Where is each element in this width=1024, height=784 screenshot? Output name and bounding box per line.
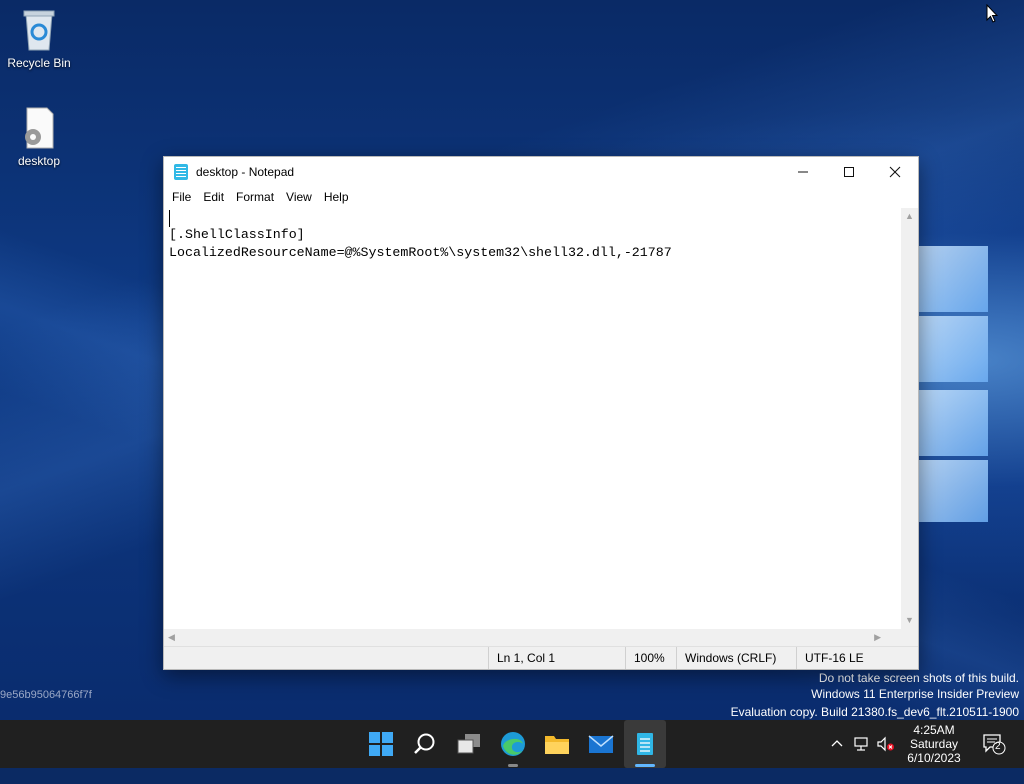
start-button[interactable] <box>367 730 395 758</box>
task-view-button[interactable] <box>455 730 483 758</box>
scroll-down-icon[interactable]: ▼ <box>905 616 914 625</box>
notepad-window: desktop - Notepad File Edit Format View … <box>163 156 919 670</box>
windows-start-icon <box>369 732 393 756</box>
notepad-app-icon <box>174 164 188 180</box>
minimize-button[interactable] <box>780 157 826 187</box>
status-bar: Ln 1, Col 1 100% Windows (CRLF) UTF-16 L… <box>164 646 918 669</box>
settings-file-icon <box>19 106 59 150</box>
status-zoom: 100% <box>625 647 676 669</box>
mail-icon <box>588 735 614 753</box>
search-button[interactable] <box>411 730 439 758</box>
title-bar[interactable]: desktop - Notepad <box>164 157 918 187</box>
status-encoding: UTF-16 LE <box>796 647 905 669</box>
clock-date: 6/10/2023 <box>907 751 961 765</box>
close-button[interactable] <box>872 157 918 187</box>
recycle-bin-label: Recycle Bin <box>7 56 71 70</box>
mouse-cursor-icon <box>986 3 999 29</box>
menu-format[interactable]: Format <box>230 190 280 204</box>
clock-time: 4:25AM <box>913 723 955 737</box>
build-hash-text: 9e56b95064766f7f <box>0 689 92 701</box>
notification-count-badge: 2 <box>995 741 1001 752</box>
notepad-taskbar-button[interactable] <box>631 730 659 758</box>
maximize-button[interactable] <box>826 157 872 187</box>
desktop-ini-label: desktop <box>17 154 61 168</box>
status-line-ending: Windows (CRLF) <box>676 647 795 669</box>
scrollbar-corner <box>901 629 918 646</box>
folder-icon <box>545 736 569 754</box>
horizontal-scrollbar[interactable]: ◀ ▶ <box>164 629 901 646</box>
chevron-up-icon <box>831 740 843 747</box>
vertical-scrollbar[interactable]: ▲ ▼ <box>901 208 918 629</box>
network-button[interactable] <box>853 736 871 784</box>
search-icon <box>414 733 435 754</box>
mail-button[interactable] <box>587 730 615 758</box>
notification-icon <box>983 734 1006 755</box>
desktop-ini-desktop-icon[interactable]: desktop <box>4 106 74 168</box>
text-editor-area[interactable]: [.ShellClassInfo] LocalizedResourceName=… <box>164 208 901 629</box>
network-icon <box>854 737 868 751</box>
menu-view[interactable]: View <box>280 190 318 204</box>
menu-help[interactable]: Help <box>318 190 355 204</box>
notepad-active-indicator <box>635 764 655 767</box>
menu-file[interactable]: File <box>166 190 197 204</box>
content-line-3: LocalizedResourceName=@%SystemRoot%\syst… <box>169 245 672 260</box>
recycle-bin-desktop-icon[interactable]: Recycle Bin <box>4 8 74 70</box>
maximize-icon <box>844 167 854 177</box>
clock-day: Saturday <box>909 737 959 751</box>
status-cursor-position: Ln 1, Col 1 <box>488 647 621 669</box>
text-caret <box>169 210 170 227</box>
show-hidden-icons-button[interactable] <box>829 736 845 784</box>
task-view-icon <box>457 734 480 754</box>
scroll-left-icon[interactable]: ◀ <box>168 633 175 642</box>
edge-button[interactable] <box>499 730 527 758</box>
content-line-2: [.ShellClassInfo] <box>169 227 305 242</box>
watermark-line-1: Do not take screen shots of this build. <box>818 671 1019 685</box>
minimize-icon <box>798 171 808 173</box>
clock[interactable]: 4:25AM Saturday 6/10/2023 <box>896 723 972 765</box>
menu-edit[interactable]: Edit <box>197 190 230 204</box>
file-explorer-button[interactable] <box>543 730 571 758</box>
scroll-right-icon[interactable]: ▶ <box>874 633 881 642</box>
window-title: desktop - Notepad <box>196 165 295 179</box>
notepad-icon <box>637 733 653 755</box>
scroll-up-icon[interactable]: ▲ <box>905 212 914 221</box>
watermark-line-2: Windows 11 Enterprise Insider Preview <box>811 687 1019 701</box>
notification-center-button[interactable]: 2 <box>982 733 1006 781</box>
menu-bar: File Edit Format View Help <box>164 187 918 207</box>
volume-button[interactable] <box>876 736 896 784</box>
edge-running-indicator <box>508 764 518 767</box>
volume-muted-icon <box>877 736 894 752</box>
taskbar: 4:25AM Saturday 6/10/2023 2 <box>0 720 1024 768</box>
watermark-line-3: Evaluation copy. Build 21380.fs_dev6_flt… <box>730 705 1019 719</box>
recycle-bin-icon <box>19 8 59 52</box>
close-icon <box>889 166 901 178</box>
edge-browser-icon <box>501 732 525 756</box>
